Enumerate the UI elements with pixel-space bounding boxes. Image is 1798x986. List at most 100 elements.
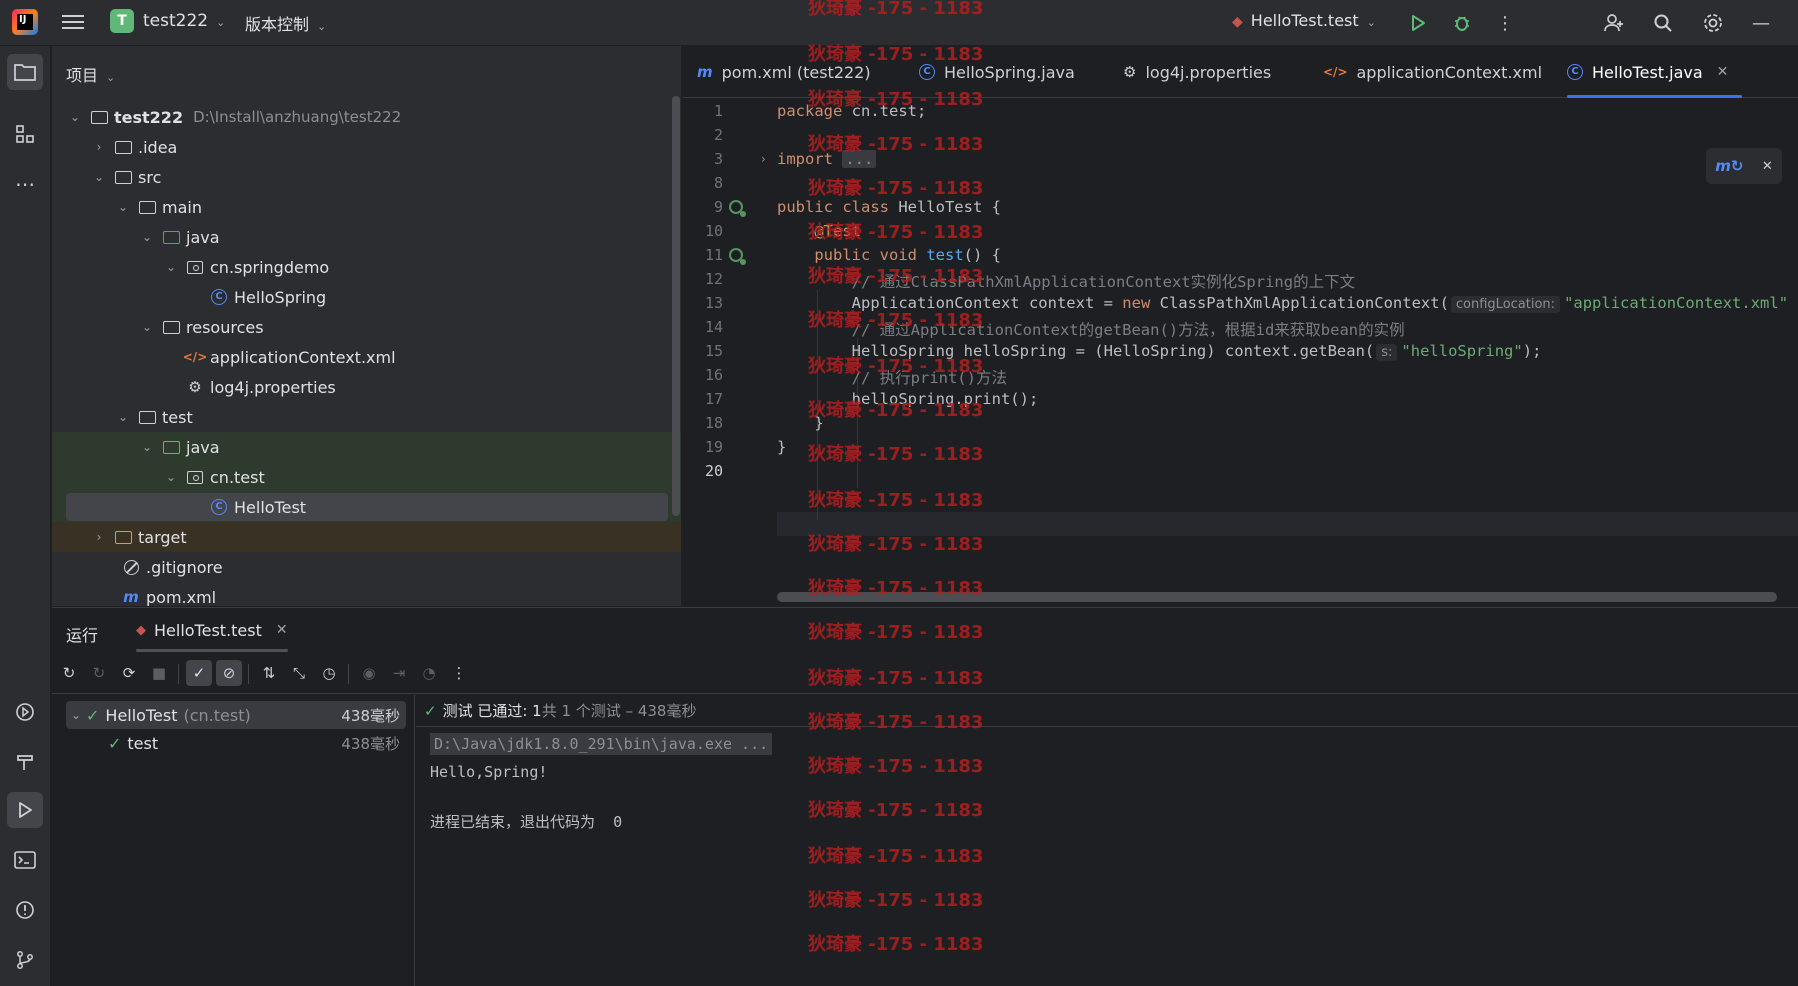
chevron-down-icon[interactable]: ⌄ bbox=[68, 110, 82, 124]
tree-item-target[interactable]: › target bbox=[52, 522, 681, 552]
run-tool-icon[interactable] bbox=[7, 792, 43, 828]
tab-label: pom.xml (test222) bbox=[721, 62, 871, 82]
more-tools-icon[interactable]: ⋯ bbox=[7, 166, 43, 202]
close-icon[interactable]: ✕ bbox=[1762, 159, 1773, 174]
tab-pom-xml[interactable]: m pom.xml (test222) bbox=[697, 46, 871, 98]
services-tool-icon[interactable] bbox=[7, 694, 43, 730]
run-configuration-selector[interactable]: ◆ HelloTest.test ⌄ bbox=[1232, 11, 1376, 30]
tree-item-hellospring[interactable]: C HelloSpring bbox=[52, 282, 681, 312]
test-row-hellotest[interactable]: ⌄ ✓ HelloTest (cn.test) 438毫秒 bbox=[66, 701, 406, 729]
collapse-all-icon[interactable]: ⤡ bbox=[286, 660, 312, 686]
code-line[interactable]: // 执行print()方法 bbox=[777, 366, 1007, 388]
test-row-test[interactable]: ✓ test 438毫秒 bbox=[66, 729, 406, 757]
sort-icon[interactable]: ⇅ bbox=[256, 660, 282, 686]
export-icon[interactable]: ⇥ bbox=[386, 660, 412, 686]
project-tool-icon[interactable] bbox=[7, 54, 43, 90]
minimize-window-icon[interactable]: — bbox=[1746, 8, 1776, 38]
chevron-down-icon[interactable]: ⌄ bbox=[140, 440, 154, 454]
tree-item-hellotest-row: C HelloTest bbox=[52, 492, 681, 522]
problems-tool-icon[interactable] bbox=[7, 892, 43, 928]
chevron-down-icon[interactable]: ⌄ bbox=[164, 260, 178, 274]
maven-reload-icon[interactable]: m↻ bbox=[1715, 157, 1743, 175]
rerun-icon[interactable]: ↻ bbox=[56, 660, 82, 686]
terminal-tool-icon[interactable] bbox=[7, 842, 43, 878]
main-menu-icon[interactable] bbox=[62, 12, 84, 32]
vcs-menu[interactable]: 版本控制 ⌄ bbox=[245, 11, 326, 35]
chevron-down-icon[interactable]: ⌄ bbox=[66, 708, 86, 722]
search-icon[interactable] bbox=[1648, 8, 1678, 38]
show-ignored-icon[interactable]: ⊘ bbox=[216, 660, 242, 686]
chevron-down-icon[interactable]: ⌄ bbox=[140, 320, 154, 334]
tree-item-gitignore[interactable]: .gitignore bbox=[52, 552, 681, 582]
more-actions-icon[interactable]: ⋮ bbox=[1490, 8, 1520, 38]
add-user-icon[interactable] bbox=[1599, 8, 1629, 38]
tree-item-resources[interactable]: ⌄ resources bbox=[52, 312, 681, 342]
chevron-down-icon[interactable]: ⌄ bbox=[116, 200, 130, 214]
code-line[interactable]: public class HelloTest { bbox=[777, 198, 1001, 216]
show-passed-icon[interactable]: ✓ bbox=[186, 660, 212, 686]
tree-item-src[interactable]: ⌄ src bbox=[52, 162, 681, 192]
class-icon: C bbox=[919, 64, 935, 80]
fold-expand-icon[interactable]: › bbox=[761, 152, 766, 166]
code-line[interactable]: } bbox=[777, 438, 786, 456]
project-panel-header[interactable]: 项目 ⌄ bbox=[66, 62, 115, 86]
vertical-scrollbar[interactable] bbox=[672, 96, 680, 516]
tree-item-main-java[interactable]: ⌄ java bbox=[52, 222, 681, 252]
debug-icon[interactable] bbox=[1447, 8, 1477, 38]
close-tab-icon[interactable]: ✕ bbox=[1717, 64, 1729, 80]
code-line[interactable]: HelloSpring helloSpring = (HelloSpring) … bbox=[777, 342, 1541, 361]
tree-item-test-java[interactable]: ⌄ java bbox=[52, 432, 681, 462]
code-line[interactable]: @Test bbox=[777, 222, 861, 240]
rerun-failed-icon[interactable]: ↻ bbox=[86, 660, 112, 686]
run-test-method-icon[interactable] bbox=[729, 248, 746, 265]
toggle-auto-test-icon[interactable]: ⟳ bbox=[116, 660, 142, 686]
structure-tool-icon[interactable] bbox=[7, 116, 43, 152]
run-tab-hellotest[interactable]: ◆ HelloTest.test ✕ bbox=[136, 608, 288, 652]
camera-snapshot-icon[interactable]: ◉ bbox=[356, 660, 382, 686]
history-icon[interactable]: ◷ bbox=[316, 660, 342, 686]
tree-item-applicationcontext-xml[interactable]: </> applicationContext.xml bbox=[52, 342, 681, 372]
project-switcher[interactable]: test222 ⌄ bbox=[143, 11, 225, 31]
settings-gear-icon[interactable] bbox=[1698, 8, 1728, 38]
console-command-line[interactable]: D:\Java\jdk1.8.0_291\bin\java.exe ... bbox=[430, 733, 773, 755]
chevron-down-icon[interactable]: ⌄ bbox=[140, 230, 154, 244]
tree-item-log4j-properties[interactable]: ⚙ log4j.properties bbox=[52, 372, 681, 402]
code-line[interactable]: } bbox=[777, 414, 823, 432]
intellij-logo-icon[interactable]: IJ bbox=[12, 9, 38, 35]
more-actions-icon[interactable]: ⋮ bbox=[446, 660, 472, 686]
tree-item-pom-xml[interactable]: m pom.xml bbox=[52, 582, 681, 607]
code-line[interactable]: import ... bbox=[777, 150, 877, 168]
close-tab-icon[interactable]: ✕ bbox=[276, 622, 288, 638]
project-badge[interactable]: T bbox=[110, 9, 134, 33]
horizontal-scrollbar[interactable] bbox=[777, 592, 1777, 602]
test-duration: 438毫秒 bbox=[341, 706, 400, 725]
tree-item-cn-springdemo[interactable]: ⌄ cn.springdemo bbox=[52, 252, 681, 282]
chevron-down-icon[interactable]: ⌄ bbox=[116, 410, 130, 424]
build-hammer-icon[interactable] bbox=[7, 744, 43, 780]
coverage-icon[interactable]: ◔ bbox=[416, 660, 442, 686]
chevron-right-icon[interactable]: › bbox=[92, 530, 106, 544]
tab-applicationcontext-xml[interactable]: </> applicationContext.xml bbox=[1323, 46, 1542, 98]
code-line[interactable]: // 通过ClassPathXmlApplicationContext实例化Sp… bbox=[777, 270, 1355, 292]
tab-log4j-properties[interactable]: ⚙ log4j.properties bbox=[1123, 46, 1271, 98]
run-icon[interactable] bbox=[1403, 8, 1433, 38]
tree-item-main[interactable]: ⌄ main bbox=[52, 192, 681, 222]
chevron-down-icon[interactable]: ⌄ bbox=[164, 470, 178, 484]
tab-hellotest-java[interactable]: C HelloTest.java ✕ bbox=[1567, 46, 1743, 98]
tab-hellospring-java[interactable]: C HelloSpring.java bbox=[919, 46, 1075, 98]
tree-item-test[interactable]: ⌄ test bbox=[52, 402, 681, 432]
stop-icon[interactable]: ■ bbox=[146, 660, 172, 686]
chevron-right-icon[interactable]: › bbox=[92, 140, 106, 154]
code-line[interactable]: helloSpring.print(); bbox=[777, 390, 1039, 408]
code-line[interactable]: ApplicationContext context = new ClassPa… bbox=[777, 294, 1788, 313]
git-tool-icon[interactable] bbox=[7, 942, 43, 978]
chevron-down-icon[interactable]: ⌄ bbox=[92, 170, 106, 184]
run-test-class-icon[interactable] bbox=[729, 200, 746, 217]
tree-item-test222[interactable]: ⌄ test222 D:\Install\anzhuang\test222 bbox=[52, 102, 681, 132]
code-line[interactable]: public void test() { bbox=[777, 246, 1001, 264]
tree-item-idea[interactable]: › .idea bbox=[52, 132, 681, 162]
code-line[interactable]: package cn.test; bbox=[777, 102, 926, 120]
code-line[interactable]: // 通过ApplicationContext的getBean()方法，根据id… bbox=[777, 318, 1405, 340]
tree-item-hellotest[interactable]: C HelloTest bbox=[52, 498, 306, 517]
tree-item-cn-test[interactable]: ⌄ cn.test bbox=[52, 462, 681, 492]
